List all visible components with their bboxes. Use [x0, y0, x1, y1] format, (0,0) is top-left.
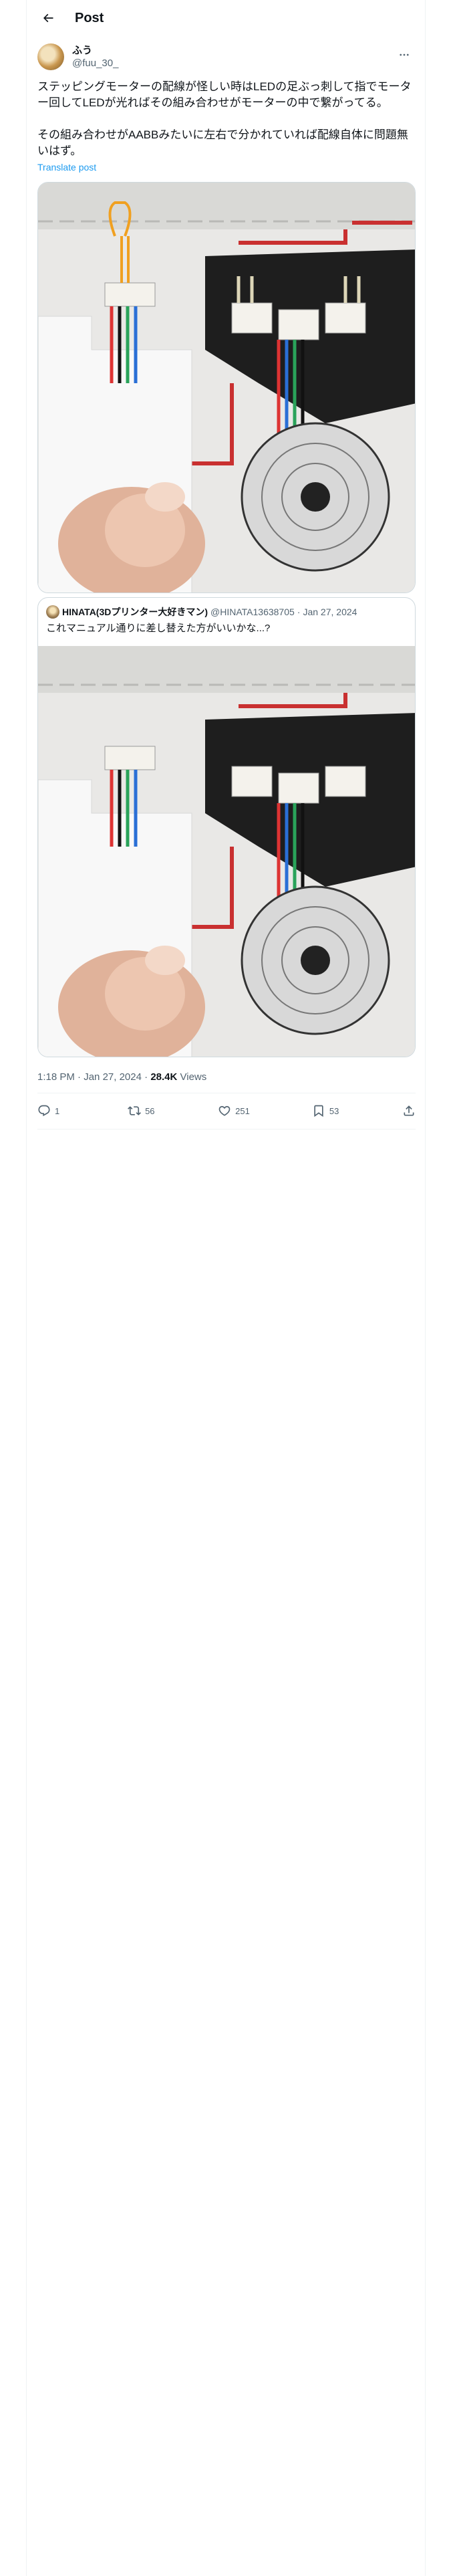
divider-bottom	[37, 1129, 416, 1130]
post-text: ステッピングモーターの配線が怪しい時はLEDの足ぶっ刺して指でモーター回してLE…	[37, 80, 412, 157]
bookmark-icon	[314, 1105, 323, 1117]
post-photo	[38, 183, 415, 593]
quoted-date: Jan 27, 2024	[303, 607, 357, 617]
share-icon	[404, 1105, 414, 1116]
repost-button[interactable]: 56	[128, 1099, 156, 1123]
avatar[interactable]	[37, 43, 64, 70]
reply-icon	[38, 1105, 50, 1117]
translate-post-link[interactable]: Translate post	[37, 161, 96, 173]
post-date[interactable]: Jan 27, 2024	[84, 1071, 142, 1083]
post-author: ふう @fuu_30_	[37, 43, 416, 73]
bookmark-button[interactable]: 53	[312, 1099, 340, 1123]
page-title: Post	[75, 11, 104, 25]
quoted-avatar	[46, 605, 59, 619]
top-bar: Post	[27, 0, 425, 35]
timestamp-separator-2: ·	[144, 1071, 148, 1083]
like-button[interactable]: 251	[218, 1099, 250, 1123]
main-column: Post ふう @fuu_30_ ステッピングモーターの配線が怪しい時はLEDの…	[26, 0, 426, 2576]
author-handle[interactable]: @fuu_30_	[72, 58, 118, 70]
quoted-post-header: HINATA(3Dプリンター大好きマン) @HINATA13638705 · J…	[46, 605, 357, 619]
timestamp-separator: ·	[78, 1071, 82, 1083]
repost-count: 56	[145, 1105, 155, 1116]
author-name[interactable]: ふう	[72, 45, 92, 57]
quoted-photo	[38, 646, 415, 1057]
heart-icon	[218, 1105, 231, 1116]
more-dots-icon	[400, 53, 409, 56]
quoted-text: これマニュアル通りに差し替えた方がいいかな...?	[46, 623, 271, 634]
post-timestamp: 1:18 PM · Jan 27, 2024 · 28.4K Views	[37, 1071, 206, 1084]
reply-button[interactable]: 1	[37, 1099, 65, 1123]
reply-count: 1	[55, 1105, 60, 1116]
repost-icon	[128, 1106, 142, 1115]
share-button[interactable]	[402, 1099, 416, 1123]
more-button[interactable]	[393, 43, 416, 66]
quoted-author-name: HINATA(3Dプリンター大好きマン)	[62, 607, 208, 617]
like-count: 251	[235, 1105, 250, 1116]
quoted-author-handle: @HINATA13638705	[210, 607, 295, 617]
post-time[interactable]: 1:18 PM	[37, 1071, 75, 1083]
back-button[interactable]	[36, 6, 60, 30]
quoted-separator: ·	[297, 607, 301, 617]
arrow-left-icon	[43, 13, 53, 23]
views-label: Views	[180, 1071, 207, 1083]
action-bar: 1 56 251 53	[37, 1099, 416, 1123]
bookmark-count: 53	[329, 1105, 339, 1116]
post-media[interactable]	[37, 182, 416, 593]
quoted-post[interactable]: HINATA(3Dプリンター大好きマン) @HINATA13638705 · J…	[37, 597, 416, 1057]
views-count: 28.4K	[150, 1071, 178, 1083]
